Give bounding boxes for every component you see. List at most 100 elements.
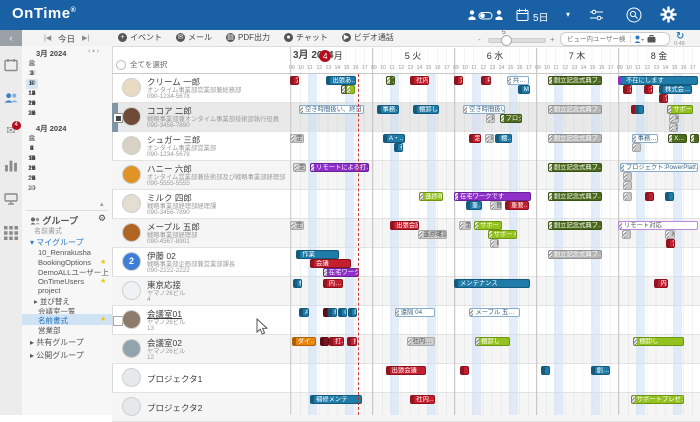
event-block[interactable]: 社内…	[410, 395, 435, 404]
event-block[interactable]: 打	[347, 337, 357, 346]
calendar-day[interactable]: 5	[26, 184, 38, 194]
event-block[interactable]: 定	[459, 221, 471, 230]
toolbar-button-PDF出力[interactable]: ▤PDF出力	[226, 32, 270, 43]
event-block[interactable]: 営	[666, 239, 675, 248]
day-header-6[interactable]: 6 水	[454, 49, 536, 62]
event-block[interactable]: P	[485, 134, 494, 143]
event-block[interactable]: 創立記念式典ブ…	[548, 163, 602, 172]
event-block[interactable]: 会議	[310, 259, 351, 268]
event-block[interactable]	[645, 192, 654, 201]
event-block[interactable]: 空き時間扱い、終日…	[299, 105, 364, 114]
apps-grid-icon[interactable]	[4, 226, 18, 240]
event-block[interactable]: 営	[669, 123, 678, 132]
event-block[interactable]: リモートによる打…	[310, 163, 369, 172]
event-block[interactable]: 定	[290, 76, 299, 85]
rooms-nav-icon[interactable]	[4, 192, 18, 206]
event-block[interactable]: 創立記念式典ブ…	[548, 250, 602, 259]
event-block[interactable]	[320, 337, 329, 346]
select-all-checkbox[interactable]	[116, 60, 126, 70]
event-block[interactable]: ダイ…	[292, 337, 317, 346]
event-block[interactable]	[623, 181, 632, 190]
gear-icon[interactable]	[660, 6, 677, 23]
event-block[interactable]: P…	[481, 76, 491, 85]
event-block[interactable]	[460, 366, 469, 375]
search-icon[interactable]	[626, 7, 642, 23]
event-block[interactable]: C	[338, 308, 347, 317]
member-name[interactable]: プロジェクタ1	[147, 373, 202, 385]
event-block[interactable]: 棚卸し	[633, 337, 683, 346]
event-block[interactable]: メープル 五…	[469, 308, 520, 317]
event-block[interactable]: D	[348, 308, 357, 317]
event-block[interactable]	[346, 85, 355, 94]
skip-next-icon[interactable]: ▶|	[82, 34, 89, 42]
sidebar-collapse-button[interactable]: ‹	[0, 30, 22, 46]
event-block[interactable]: 事務…	[632, 134, 658, 143]
day-header-7[interactable]: 7 木	[536, 49, 618, 62]
event-block[interactable]: 空き時間扱い、終…	[463, 105, 505, 114]
event-block[interactable]: 在宅ワークです	[454, 192, 531, 201]
event-block[interactable]: 共…	[507, 76, 529, 85]
mail-nav-icon[interactable]: ✉4	[4, 124, 18, 138]
people-toggle-icon[interactable]	[468, 9, 504, 22]
event-block[interactable]: 定	[623, 85, 632, 94]
toolbar-button-ビデオ通話[interactable]: ▶ビデオ通話	[342, 32, 394, 43]
event-block[interactable]	[623, 172, 632, 181]
event-block[interactable]: リモート対応	[618, 221, 698, 230]
group-view-icon[interactable]	[4, 91, 18, 105]
event-block[interactable]: 営	[659, 94, 668, 103]
event-block[interactable]: X…	[669, 114, 679, 123]
event-block[interactable]: 重要…	[505, 201, 529, 210]
chevron-down-icon[interactable]: ▾	[566, 10, 570, 19]
zoom-plus-button[interactable]: +	[550, 35, 555, 44]
event-block[interactable]: 棚…	[495, 134, 512, 143]
event-block[interactable]: 重…	[466, 201, 482, 210]
event-block[interactable]: プロジェ…	[500, 114, 523, 123]
groups-settings-icon[interactable]: ⚙	[98, 213, 106, 224]
event-block[interactable]: サポー…	[667, 105, 692, 114]
zoom-minus-button[interactable]: -	[478, 35, 481, 44]
event-block[interactable]: 定	[469, 134, 482, 143]
event-block[interactable]: 社	[394, 143, 403, 152]
group-item-10_Renrakusha[interactable]: 10_Renrakusha	[38, 248, 91, 257]
event-block[interactable]	[635, 105, 644, 114]
stats-nav-icon[interactable]	[4, 158, 18, 172]
event-block[interactable]: 定	[293, 163, 307, 172]
group-item-営業部[interactable]: 営業部	[38, 325, 61, 336]
public-groups-section[interactable]: ▸ 公開グループ	[30, 350, 84, 361]
event-block[interactable]: 事務…	[377, 105, 400, 114]
event-block[interactable]	[632, 143, 641, 152]
toolbar-button-メール[interactable]: ✉メール	[176, 32, 212, 43]
event-block[interactable]: A	[299, 308, 309, 317]
person-filter-icon[interactable]	[634, 35, 644, 44]
day-header-8[interactable]: 8 金	[618, 49, 700, 62]
event-block[interactable]: 間…	[490, 201, 502, 210]
event-block[interactable]: 遠隔 04	[395, 308, 435, 317]
member-name[interactable]: プロジェクタ2	[147, 402, 202, 414]
event-block[interactable]: 出張会議	[390, 221, 419, 230]
calendar-day[interactable]: 28	[26, 174, 38, 184]
zoom-slider-thumb[interactable]	[501, 35, 512, 46]
event-block[interactable]: 創…	[591, 366, 610, 375]
event-block[interactable]: 棚卸し	[475, 337, 510, 346]
my-groups-section[interactable]: ▾ マイグループ	[30, 237, 84, 248]
calendar-day[interactable]: 10	[26, 79, 38, 89]
event-block[interactable]	[622, 230, 631, 239]
favorite-star-icon[interactable]: ★	[100, 277, 106, 285]
event-block[interactable]: 進捗確認…	[418, 230, 447, 239]
event-block[interactable]: プロジェクト:PowerPlatf…	[620, 163, 698, 172]
event-block[interactable]: 定	[290, 221, 304, 230]
event-block[interactable]: 進捗確…	[419, 192, 443, 201]
event-block[interactable]: A・…	[383, 134, 405, 143]
group-item-BookingOptions[interactable]: BookingOptions	[38, 258, 91, 267]
event-block[interactable]: X…	[665, 230, 675, 239]
calendar-day[interactable]: 7	[26, 144, 38, 154]
day-header-4[interactable]: 4 月	[290, 49, 372, 62]
shared-groups-section[interactable]: ▸ 共有グループ	[30, 337, 84, 348]
calendar-day[interactable]: 21	[26, 164, 38, 174]
event-block[interactable]: 創立記念式典ブ…	[548, 76, 602, 85]
event-block[interactable]: B	[328, 308, 337, 317]
group-item-OnTimeUsers[interactable]: OnTimeUsers	[38, 277, 84, 286]
user-search-input[interactable]	[565, 35, 627, 44]
event-block[interactable]: 在宅ワーク	[323, 268, 359, 277]
event-block[interactable]: P…	[490, 239, 499, 248]
